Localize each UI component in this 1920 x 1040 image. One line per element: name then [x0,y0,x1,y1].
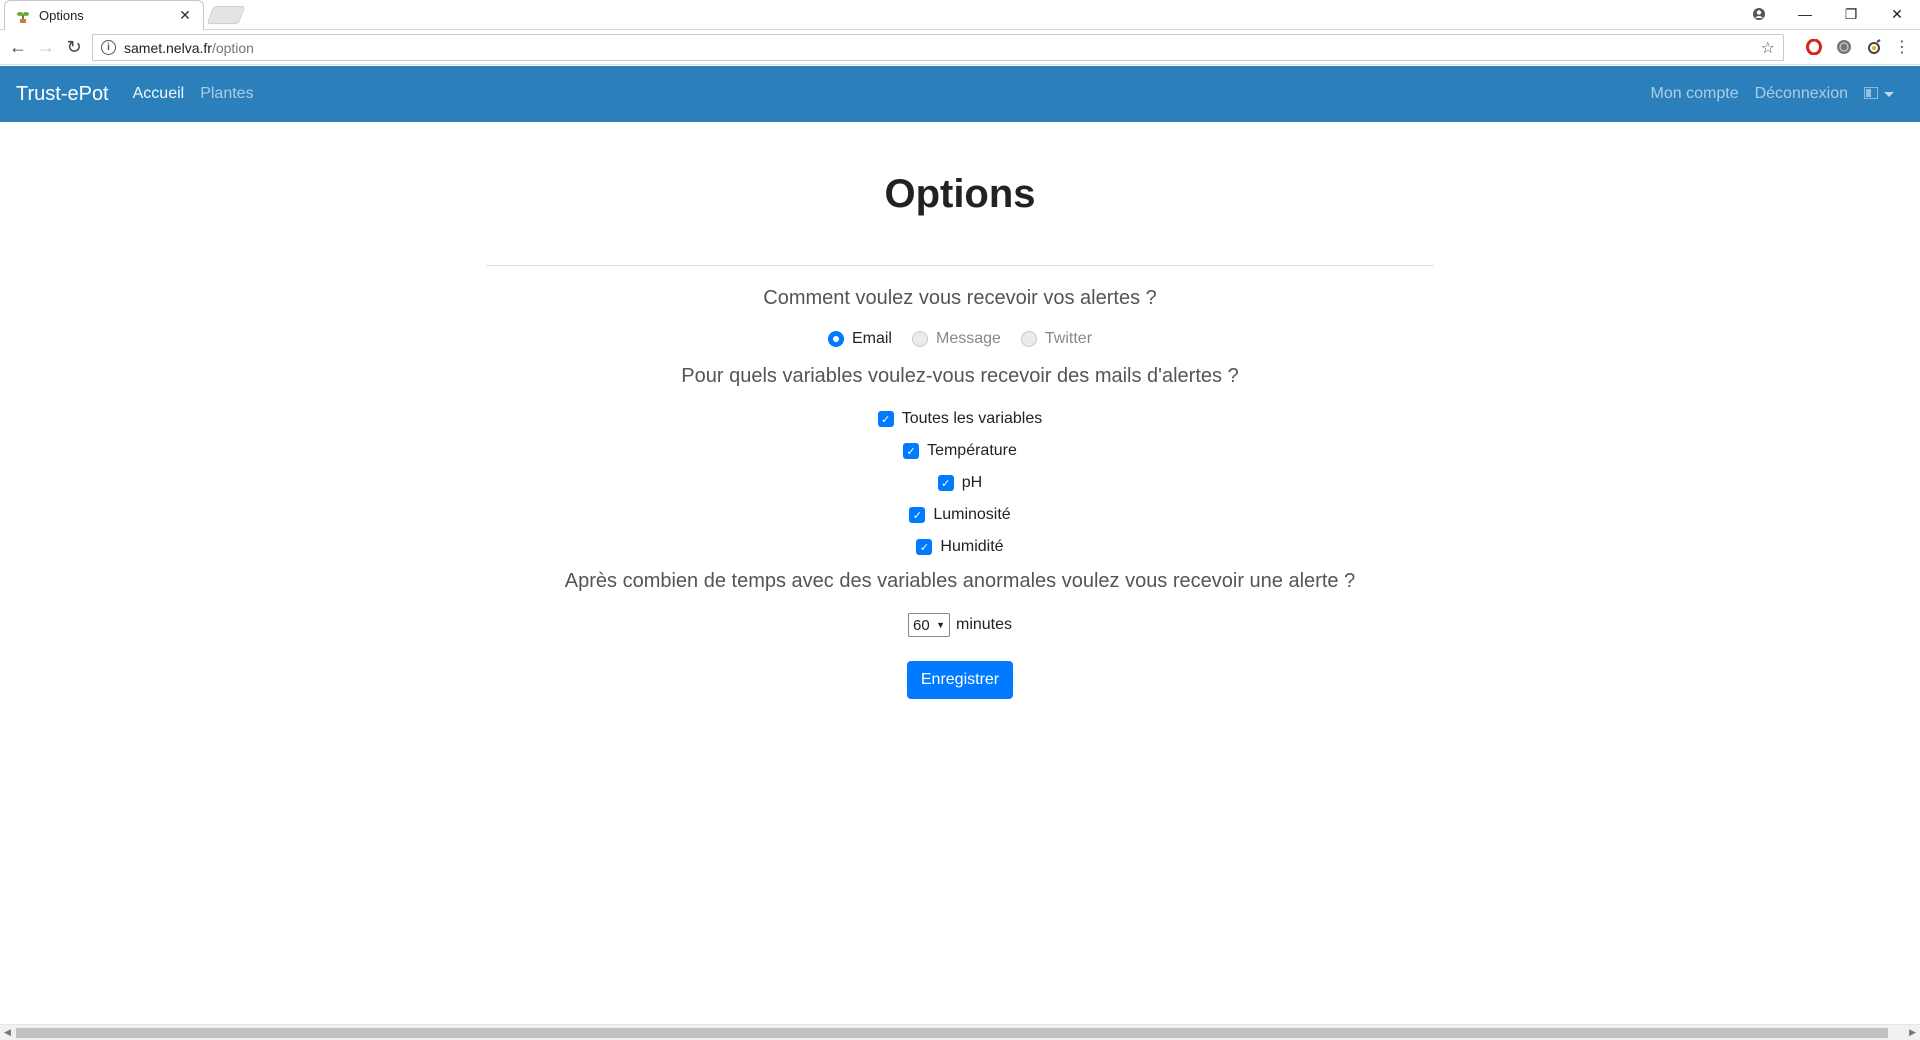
brand-logo[interactable]: Trust-ePot [16,83,109,106]
url-path: /option [211,39,254,56]
window-controls: — ❐ ✕ [1736,0,1920,28]
language-dropdown[interactable] [1863,85,1894,102]
horizontal-scrollbar[interactable]: ◀ ▶ [0,1024,1920,1040]
checkbox-label: Température [927,442,1017,459]
checkbox-checked-icon[interactable]: ✓ [909,507,926,523]
scroll-left-icon[interactable]: ◀ [4,1027,11,1038]
alert-method-question: Comment voulez vous recevoir vos alertes… [763,287,1157,309]
checkbox-label: Luminosité [933,506,1011,523]
save-button-wrap: Enregistrer [0,661,1920,699]
checkbox-ph[interactable]: ✓ pH [937,474,983,492]
address-bar[interactable]: i samet.nelva.fr/option ☆ [92,34,1784,61]
checkbox-label: Humidité [940,538,1004,555]
delay-unit-label: minutes [955,616,1013,633]
radio-label: Email [851,330,892,347]
tab-strip: Options ✕ — ❐ ✕ [0,0,1920,30]
radio-button[interactable] [827,331,844,347]
color-extension-icon[interactable] [1864,37,1884,57]
globe-extension-icon[interactable] [1834,37,1854,57]
radio-label: Twitter [1044,330,1093,347]
checkbox-checked-icon[interactable]: ✓ [903,443,920,459]
forward-icon[interactable]: → [32,34,60,62]
checkbox-label: pH [961,474,983,491]
close-window-icon[interactable]: ✕ [1874,0,1920,28]
checkbox-label: Toutes les variables [901,410,1043,427]
plant-favicon-icon [15,8,31,24]
checkbox-row: ✓ Luminosité [0,506,1920,524]
page-title: Options [884,172,1036,216]
checkbox-toutes-variables[interactable]: ✓ Toutes les variables [877,410,1043,428]
radio-message[interactable]: Message [911,330,1001,348]
delay-select-value: 60 [912,616,930,634]
back-icon[interactable]: ← [4,34,32,62]
delay-select-row: 60 ▼ minutes [0,613,1920,637]
checkbox-checked-icon[interactable]: ✓ [877,411,894,427]
radio-email[interactable]: Email [827,330,892,348]
chevron-down-icon [1884,91,1894,97]
dropdown-arrow-icon: ▼ [936,620,945,630]
minimize-icon[interactable]: — [1782,0,1828,28]
divider [486,265,1434,266]
checkbox-luminosite[interactable]: ✓ Luminosité [909,506,1011,524]
language-flag-icon [1863,85,1879,102]
checkbox-row: ✓ pH [0,474,1920,492]
checkbox-row: ✓ Température [0,442,1920,460]
close-tab-icon[interactable]: ✕ [177,7,193,24]
site-navbar: Trust-ePot Accueil Plantes Mon compte Dé… [0,66,1920,122]
extension-icons: ⋮ [1804,37,1910,57]
delay-select[interactable]: 60 ▼ [907,613,950,637]
profile-icon[interactable] [1736,0,1782,28]
radio-twitter[interactable]: Twitter [1020,330,1093,348]
checkbox-checked-icon[interactable]: ✓ [916,539,933,555]
delay-question: Après combien de temps avec des variable… [564,570,1356,592]
checkbox-checked-icon[interactable]: ✓ [937,475,954,491]
variables-question: Pour quels variables voulez-vous recevoi… [681,365,1239,387]
browser-chrome: Options ✕ — ❐ ✕ ← → ↻ i samet.nelva.fr/o… [0,0,1920,66]
browser-tab[interactable]: Options ✕ [4,0,204,30]
info-icon[interactable]: i [101,40,116,55]
checkbox-row: ✓ Humidité [0,538,1920,556]
nav-link-mon-compte[interactable]: Mon compte [1651,85,1739,103]
checkbox-temperature[interactable]: ✓ Température [903,442,1017,460]
opera-extension-icon[interactable] [1804,37,1824,57]
tab-title: Options [39,8,84,23]
radio-button[interactable] [911,331,928,347]
url-text: samet.nelva.fr/option [124,40,1761,56]
url-host: samet.nelva.fr [124,39,212,56]
checkbox-humidite[interactable]: ✓ Humidité [916,538,1004,556]
radio-button[interactable] [1020,331,1037,347]
browser-toolbar: ← → ↻ i samet.nelva.fr/option ☆ ⋮ [0,31,1920,65]
nav-link-accueil[interactable]: Accueil [133,85,185,103]
radio-label: Message [935,330,1001,347]
browser-menu-icon[interactable]: ⋮ [1894,37,1910,57]
nav-link-plantes[interactable]: Plantes [200,85,253,103]
bookmark-star-icon[interactable]: ☆ [1761,38,1775,58]
new-tab-button[interactable] [206,6,246,24]
restore-icon[interactable]: ❐ [1828,0,1874,28]
alert-method-radio-group: Email Message Twitter [0,330,1920,348]
nav-link-deconnexion[interactable]: Déconnexion [1755,85,1848,103]
reload-icon[interactable]: ↻ [60,34,88,62]
scroll-right-icon[interactable]: ▶ [1909,1027,1916,1038]
scrollbar-thumb[interactable] [16,1028,1888,1038]
navbar-right: Mon compte Déconnexion [1635,66,1894,122]
checkbox-row: ✓ Toutes les variables [0,410,1920,428]
save-button[interactable]: Enregistrer [906,661,1014,699]
